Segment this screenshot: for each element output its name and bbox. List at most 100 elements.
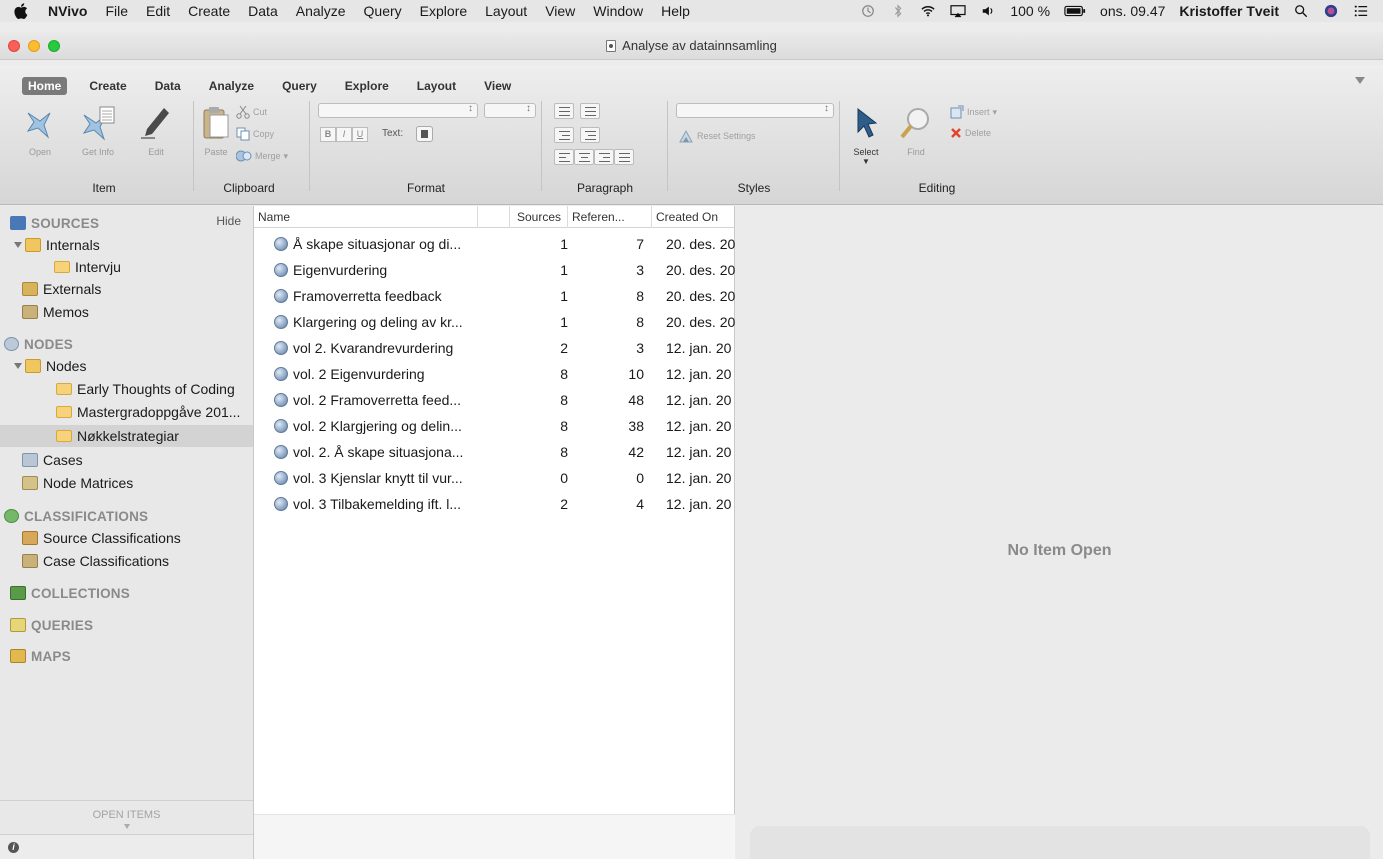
sidebar-section-sources[interactable]: SOURCES — [0, 212, 253, 234]
numbered-list-button[interactable] — [580, 103, 600, 119]
bold-button[interactable]: B — [320, 127, 336, 142]
menu-window[interactable]: Window — [593, 3, 643, 19]
font-family-select[interactable] — [318, 103, 478, 118]
sidebar-section-maps[interactable]: MAPS — [0, 645, 253, 667]
copy-button[interactable]: Copy — [236, 127, 274, 141]
tab-home[interactable]: Home — [22, 77, 68, 95]
menu-file[interactable]: File — [105, 3, 128, 19]
edit-button[interactable]: Edit — [136, 105, 176, 157]
table-row[interactable]: Eigenvurdering 1 3 20. des. 20 — [254, 257, 735, 283]
column-header-references[interactable]: Referen... — [568, 206, 652, 228]
sidebar-item-cases[interactable]: Cases — [0, 449, 253, 471]
menubar-clock[interactable]: ons. 09.47 — [1100, 3, 1165, 19]
underline-button[interactable]: U — [352, 127, 368, 142]
table-row[interactable]: vol. 2. Å skape situasjona... 8 42 12. jan.… — [254, 439, 735, 465]
ribbon-collapse-icon[interactable] — [1355, 77, 1365, 84]
sidebar-section-classifications[interactable]: CLASSIFICATIONS — [0, 505, 253, 527]
insert-button[interactable]: Insert ▾ — [950, 105, 997, 119]
battery-icon[interactable] — [1064, 4, 1086, 18]
bluetooth-icon[interactable] — [890, 4, 906, 18]
tab-explore[interactable]: Explore — [339, 77, 395, 95]
align-left-button[interactable] — [554, 149, 574, 165]
text-color-button[interactable] — [416, 126, 433, 142]
close-window-button[interactable] — [8, 40, 20, 52]
sidebar-item-mastergradoppgave[interactable]: Mastergradoppgåve 201... — [0, 401, 253, 423]
table-row[interactable]: Framoverretta feedback 1 8 20. des. 20 — [254, 283, 735, 309]
volume-icon[interactable] — [980, 4, 996, 18]
menu-create[interactable]: Create — [188, 3, 230, 19]
paragraph-style-select[interactable] — [676, 103, 834, 118]
open-button[interactable]: Open — [20, 105, 60, 157]
sidebar-item-source-classifications[interactable]: Source Classifications — [0, 527, 253, 549]
select-button[interactable]: Select ▼ — [846, 105, 886, 166]
align-center-button[interactable] — [574, 149, 594, 165]
column-header-sources[interactable]: Sources — [510, 206, 568, 228]
table-row[interactable]: vol. 2 Klargjering og delin... 8 38 12. jan… — [254, 413, 735, 439]
sidebar-item-intervju[interactable]: Intervju — [0, 256, 253, 278]
menu-data[interactable]: Data — [248, 3, 278, 19]
table-row[interactable]: vol. 2 Framoverretta feed... 8 48 12. jan. … — [254, 387, 735, 413]
tab-analyze[interactable]: Analyze — [203, 77, 260, 95]
menu-layout[interactable]: Layout — [485, 3, 527, 19]
sidebar-item-memos[interactable]: Memos — [0, 301, 253, 323]
time-machine-icon[interactable] — [860, 4, 876, 18]
italic-button[interactable]: I — [336, 127, 352, 142]
menu-help[interactable]: Help — [661, 3, 690, 19]
tab-layout[interactable]: Layout — [411, 77, 462, 95]
tab-query[interactable]: Query — [276, 77, 323, 95]
sidebar-item-case-classifications[interactable]: Case Classifications — [0, 550, 253, 572]
sidebar-item-internals[interactable]: Internals — [0, 234, 253, 256]
menubar-user[interactable]: Kristoffer Tveit — [1179, 3, 1279, 19]
menu-explore[interactable]: Explore — [420, 3, 467, 19]
sidebar-section-queries[interactable]: QUERIES — [0, 614, 253, 636]
column-header-created-on[interactable]: Created On — [652, 206, 735, 228]
find-button[interactable]: Find — [896, 105, 936, 157]
decrease-indent-button[interactable] — [554, 127, 574, 143]
sidebar-item-node-matrices[interactable]: Node Matrices — [0, 472, 253, 494]
merge-button[interactable]: Merge ▾ — [236, 149, 288, 163]
font-size-select[interactable] — [484, 103, 536, 118]
apple-menu-icon[interactable] — [14, 3, 28, 19]
tab-data[interactable]: Data — [149, 77, 187, 95]
get-info-button[interactable]: Get Info — [78, 105, 118, 157]
table-row[interactable]: vol 2. Kvarandrevurdering 2 3 12. jan. 20 — [254, 335, 735, 361]
bullet-list-button[interactable] — [554, 103, 574, 119]
menu-edit[interactable]: Edit — [146, 3, 170, 19]
tab-create[interactable]: Create — [83, 77, 132, 95]
sidebar-item-nokkelstrategiar[interactable]: Nøkkelstrategiar — [0, 425, 253, 447]
spotlight-search-icon[interactable] — [1293, 4, 1309, 18]
align-right-button[interactable] — [594, 149, 614, 165]
notification-center-icon[interactable] — [1353, 4, 1369, 18]
menu-analyze[interactable]: Analyze — [296, 3, 346, 19]
sidebar-item-nodes[interactable]: Nodes — [0, 355, 253, 377]
wifi-icon[interactable] — [920, 4, 936, 18]
sidebar-item-early-thoughts[interactable]: Early Thoughts of Coding — [0, 378, 253, 400]
open-items-toggle[interactable]: OPEN ITEMS — [0, 800, 253, 830]
reset-settings-button[interactable]: Reset Settings — [678, 129, 756, 143]
menu-view[interactable]: View — [545, 3, 575, 19]
minimize-window-button[interactable] — [28, 40, 40, 52]
table-row[interactable]: vol. 3 Tilbakemelding ift. l... 2 4 12. jan… — [254, 491, 735, 517]
menu-query[interactable]: Query — [364, 3, 402, 19]
info-icon[interactable]: i — [8, 842, 19, 853]
justify-button[interactable] — [614, 149, 634, 165]
delete-button[interactable]: Delete — [950, 127, 991, 139]
zoom-window-button[interactable] — [48, 40, 60, 52]
siri-icon[interactable] — [1323, 4, 1339, 18]
sidebar-section-nodes[interactable]: NODES — [0, 333, 253, 355]
menu-app-nvivo[interactable]: NVivo — [48, 3, 87, 19]
increase-indent-button[interactable] — [580, 127, 600, 143]
table-row[interactable]: vol. 2 Eigenvurdering 8 10 12. jan. 20 — [254, 361, 735, 387]
table-row[interactable]: vol. 3 Kjenslar knytt til vur... 0 0 12. ja… — [254, 465, 735, 491]
paste-button[interactable]: Paste — [196, 105, 236, 157]
sidebar-item-externals[interactable]: Externals — [0, 278, 253, 300]
sidebar-section-collections[interactable]: COLLECTIONS — [0, 582, 253, 604]
disclosure-triangle-icon[interactable] — [14, 363, 22, 369]
airplay-icon[interactable] — [950, 4, 966, 18]
cut-button[interactable]: Cut — [236, 105, 267, 119]
disclosure-triangle-icon[interactable] — [14, 242, 22, 248]
column-header-name[interactable]: Name — [254, 206, 478, 228]
table-row[interactable]: Klargering og deling av kr... 1 8 20. des. … — [254, 309, 735, 335]
table-row[interactable]: Å skape situasjonar og di... 1 7 20. des. 2… — [254, 231, 735, 257]
tab-view[interactable]: View — [478, 77, 517, 95]
